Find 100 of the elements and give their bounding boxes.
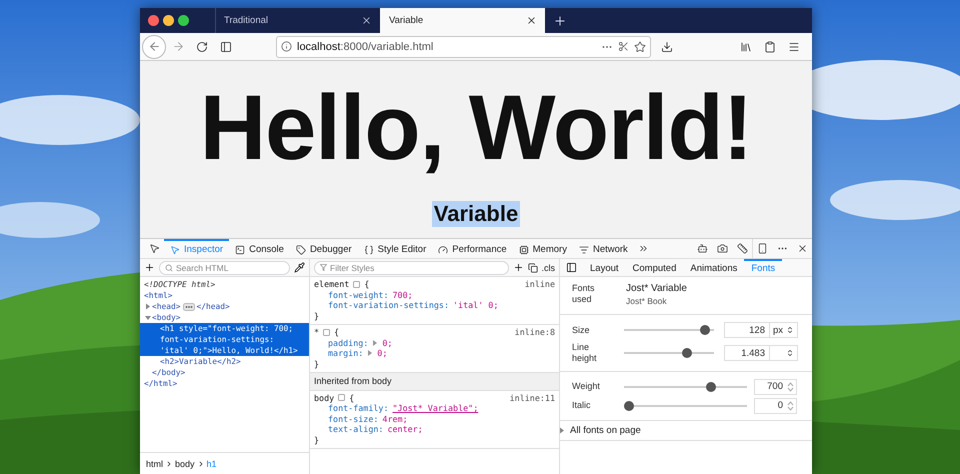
breadcrumb[interactable]: body [175, 458, 195, 468]
ruler-icon[interactable] [736, 243, 748, 254]
value-field[interactable]: 128 px [724, 322, 798, 338]
twisty-icon[interactable] [558, 425, 566, 436]
property-value: 700; [392, 290, 413, 300]
sidebar-tab[interactable]: Layout [583, 259, 626, 276]
devtools-tab[interactable]: Network [572, 239, 634, 258]
control-label: Line height [572, 342, 598, 364]
slider-thumb[interactable] [700, 325, 710, 335]
chevrons-icon[interactable] [638, 243, 650, 254]
close-icon[interactable] [796, 243, 808, 254]
updown-icon [786, 349, 794, 357]
star-icon[interactable] [634, 40, 646, 52]
control-label: Size [572, 324, 591, 336]
panel-icon[interactable] [566, 262, 577, 273]
minimize-icon[interactable] [163, 15, 174, 26]
info-icon[interactable] [281, 41, 292, 52]
slider-thumb[interactable] [706, 382, 716, 392]
source-link[interactable]: inline [524, 279, 555, 290]
brace-text: { [349, 392, 354, 403]
dock-icon[interactable] [757, 243, 768, 254]
property-value: 0; [382, 338, 392, 348]
sidebar-tab[interactable]: Computed [626, 259, 684, 276]
fonts-used-label: Fonts used [572, 283, 596, 306]
property-name: text-align: [328, 424, 384, 434]
value-field[interactable]: 700 [754, 378, 797, 394]
browser-tab[interactable]: Variable [380, 8, 545, 33]
value-field[interactable]: 1.483 [724, 345, 798, 361]
selector-text: * [314, 327, 320, 338]
search-placeholder: Search HTML [176, 262, 228, 272]
font-subname: Jost* Book [626, 296, 668, 306]
devtools-tab[interactable]: Console [229, 239, 290, 258]
search-icon [165, 264, 173, 272]
camera-icon[interactable] [716, 243, 728, 254]
close-icon[interactable] [526, 15, 537, 26]
slider-thumb[interactable] [682, 348, 692, 358]
lines-icon [578, 244, 589, 254]
cls-button[interactable]: .cls [542, 262, 555, 272]
value-text: 0 [776, 400, 784, 411]
devtools-tab[interactable]: Memory [512, 239, 573, 258]
plus-icon[interactable] [553, 14, 567, 28]
chip-icon [518, 244, 529, 254]
section-header: Inherited from body [310, 373, 559, 390]
all-fonts-label[interactable]: All fonts on page [570, 425, 641, 436]
control-label: Italic [572, 400, 592, 411]
source-link[interactable]: inline:11 [510, 392, 555, 403]
devtools-tab[interactable]: Style Editor [358, 239, 432, 258]
clipboard-icon[interactable] [764, 40, 776, 52]
tag-icon [296, 244, 306, 254]
unit-select[interactable]: px [769, 323, 797, 337]
breadcrumb[interactable]: html [146, 458, 164, 468]
picker-icon[interactable] [148, 243, 160, 254]
back-button[interactable] [142, 34, 166, 58]
ellipsis-icon[interactable] [182, 303, 195, 311]
download-icon[interactable] [661, 40, 673, 52]
font-name: Jost* Variable [626, 283, 687, 294]
tab-title: Variable [389, 15, 424, 26]
value-field[interactable]: 0 [754, 398, 797, 414]
brace-text: { [334, 327, 340, 338]
font-link[interactable]: "Jost* Variable"; [392, 403, 478, 414]
url-field[interactable]: localhost:8000/variable.html [276, 36, 651, 58]
devtools-tab[interactable]: Performance [432, 239, 513, 258]
brace-text: } [314, 310, 320, 321]
zoom-icon[interactable] [178, 15, 189, 26]
forward-icon[interactable] [172, 40, 184, 53]
robot-icon[interactable] [696, 243, 708, 254]
property-value: center; [387, 424, 423, 434]
twisty-icon[interactable] [144, 301, 152, 312]
search-field[interactable]: Search HTML [159, 260, 290, 274]
property-name: padding: [328, 338, 368, 348]
sidebar-icon[interactable] [220, 40, 232, 52]
property-name: margin: [328, 348, 364, 358]
copy-icon[interactable] [528, 262, 538, 272]
sidebar-tab[interactable]: Animations [683, 259, 744, 276]
plus-icon[interactable] [144, 262, 155, 273]
property-name: font-weight: [328, 290, 389, 300]
brace-text: } [314, 434, 320, 445]
source-link[interactable]: inline:8 [514, 327, 555, 338]
filter-field[interactable]: Filter Styles [314, 260, 508, 274]
breadcrumb[interactable]: h1 [206, 458, 217, 468]
reload-icon[interactable] [196, 40, 208, 52]
page-heading: Hello, World! [200, 78, 752, 178]
selector-text: element [314, 279, 350, 290]
eyedropper-icon[interactable] [294, 262, 305, 273]
library-icon[interactable] [740, 40, 752, 52]
updown-icon [786, 326, 794, 334]
value-text: 128 [748, 324, 766, 336]
close-icon[interactable] [361, 15, 372, 26]
plus-icon[interactable] [512, 262, 524, 273]
devtools-tab[interactable]: Debugger [290, 239, 358, 258]
terminal-icon [235, 244, 246, 254]
slider-thumb[interactable] [624, 400, 634, 410]
brace-text: } [314, 358, 320, 369]
scissors-icon[interactable] [618, 41, 629, 52]
back-icon [148, 40, 160, 53]
brace-text: { [364, 279, 370, 290]
menu-icon[interactable] [788, 40, 800, 52]
property-value: 0; [377, 348, 388, 358]
braces-icon [364, 244, 374, 254]
value-text: 1.483 [740, 348, 766, 358]
